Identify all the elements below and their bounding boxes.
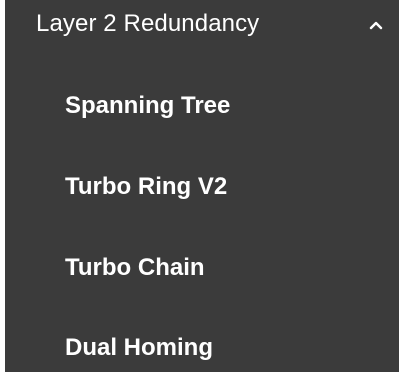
section-label: Layer 2 Redundancy [36,10,260,37]
sidebar-menu: Layer 2 Redundancy Spanning Tree Turbo R… [5,0,399,372]
layer2-redundancy-section-toggle[interactable]: Layer 2 Redundancy [5,0,399,48]
menu-item-dual-homing[interactable]: Dual Homing [5,318,399,378]
menu-item-turbo-ring-v2[interactable]: Turbo Ring V2 [5,157,399,217]
menu-item-turbo-chain[interactable]: Turbo Chain [5,238,399,298]
menu-item-spanning-tree[interactable]: Spanning Tree [5,76,399,136]
menu-item-label: Spanning Tree [65,92,231,119]
chevron-up-icon [369,21,383,30]
menu-item-label: Dual Homing [65,334,213,361]
menu-item-label: Turbo Chain [65,254,205,281]
menu-item-label: Turbo Ring V2 [65,173,228,200]
